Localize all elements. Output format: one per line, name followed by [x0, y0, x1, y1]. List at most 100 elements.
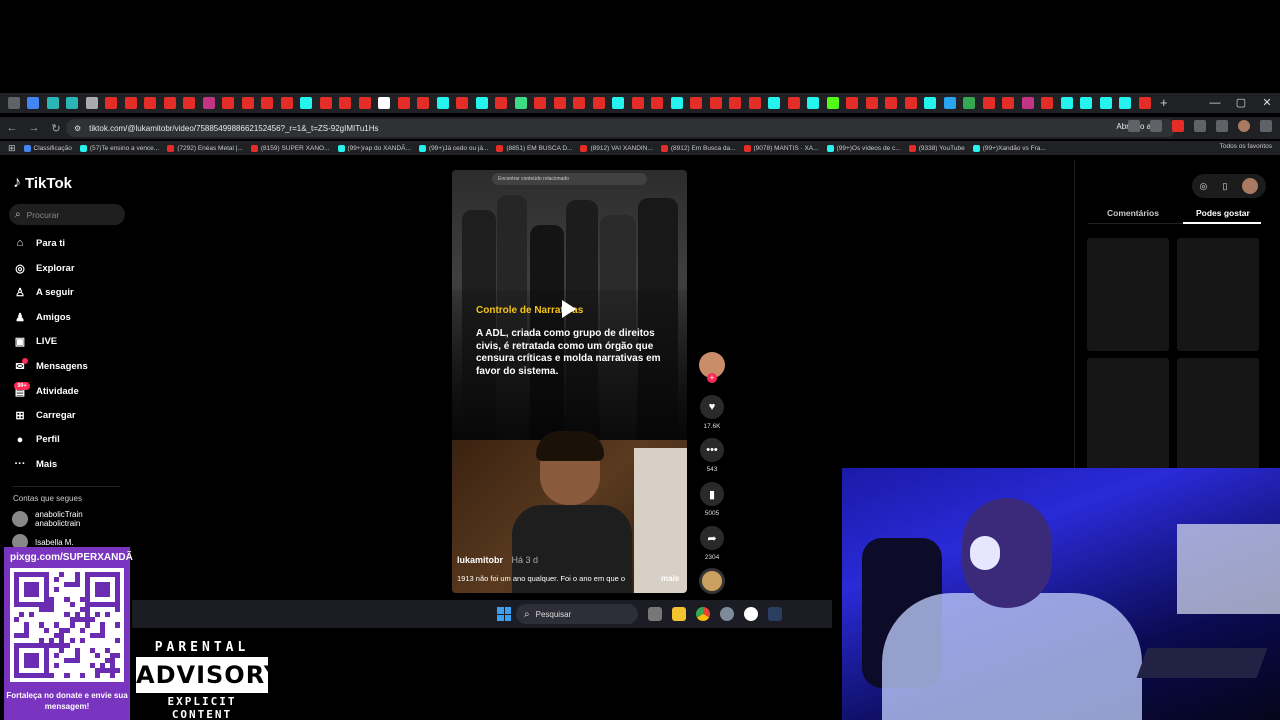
sidebar-item-carregar[interactable]: ⊞ Carregar — [12, 409, 75, 422]
browser-tab[interactable] — [1119, 97, 1131, 109]
browser-tab[interactable] — [1099, 97, 1112, 109]
browser-tab[interactable] — [85, 97, 98, 109]
tab-podes-gostar[interactable]: Podes gostar — [1196, 208, 1250, 218]
browser-tab[interactable] — [631, 97, 644, 109]
suggested-video-card[interactable] — [1177, 238, 1259, 351]
following-account-1[interactable]: anabolicTrain anabolictrain — [12, 510, 83, 528]
browser-tab[interactable] — [534, 97, 546, 109]
browser-tab[interactable] — [729, 97, 741, 109]
translate-icon[interactable] — [1128, 120, 1140, 132]
bookmark-star-icon[interactable] — [1150, 120, 1162, 132]
browser-tab[interactable] — [885, 97, 897, 109]
browser-tab[interactable] — [124, 97, 137, 109]
video-related-search[interactable]: Encontrar conteúdo relacionado — [492, 173, 647, 185]
chrome-icon[interactable] — [696, 607, 710, 621]
browser-tab[interactable] — [319, 97, 332, 109]
new-tab-button[interactable]: + — [1160, 93, 1168, 113]
browser-tab[interactable] — [709, 97, 722, 109]
browser-tab[interactable] — [202, 97, 215, 109]
forward-icon[interactable]: → — [24, 122, 44, 134]
browser-tab[interactable] — [612, 97, 624, 109]
bookmark-item[interactable]: (8851) EM BUSCA D... — [496, 144, 572, 152]
suggested-video-card[interactable] — [1087, 238, 1169, 351]
sidebar-item-para-ti[interactable]: ⌂ Para ti — [12, 237, 65, 249]
browser-tab[interactable] — [1002, 97, 1014, 109]
comment-button[interactable]: ••• 543 — [699, 438, 725, 473]
bookmark-item[interactable]: (99+)Já cedo ou já... — [418, 144, 488, 152]
tiktok-logo[interactable]: ♪ TikTok — [13, 174, 72, 192]
browser-tab[interactable] — [1080, 97, 1092, 109]
bookmark-item[interactable]: Classificação — [23, 144, 72, 152]
windows-start-icon[interactable] — [497, 607, 511, 621]
profile-avatar-icon[interactable] — [1238, 120, 1250, 132]
browser-tab[interactable] — [163, 97, 176, 109]
tab-comments[interactable]: Comentários — [1107, 208, 1159, 218]
browser-tab[interactable] — [1138, 97, 1151, 109]
browser-tab[interactable] — [339, 97, 351, 109]
browser-tab[interactable] — [1041, 97, 1053, 109]
video-player[interactable]: Encontrar conteúdo relacionado Controle … — [452, 170, 687, 593]
browser-tab[interactable] — [417, 97, 429, 109]
bookmark-item[interactable]: (8159) SUPER XANO... — [250, 144, 330, 152]
browser-tab[interactable] — [670, 97, 683, 109]
browser-tab[interactable] — [690, 97, 702, 109]
suggested-video-card[interactable] — [1087, 358, 1169, 471]
share-button[interactable]: ➦ 2304 — [699, 526, 725, 561]
browser-tab[interactable] — [456, 97, 468, 109]
video-author[interactable]: lukamitobr Há 3 d — [457, 555, 538, 565]
sidebar-icon[interactable] — [1216, 120, 1228, 132]
caption-more-button[interactable]: mais — [661, 574, 679, 583]
browser-tab[interactable] — [768, 97, 780, 109]
browser-tab[interactable] — [592, 97, 605, 109]
bookmark-item[interactable]: (99+)rap do XANDÃ... — [337, 144, 411, 152]
compass-icon[interactable]: ◎ — [1200, 181, 1208, 192]
task-view-icon[interactable] — [648, 607, 662, 621]
browser-tab[interactable] — [105, 97, 117, 109]
browser-tab[interactable] — [553, 97, 566, 109]
steam-icon[interactable] — [768, 607, 782, 621]
minimize-button[interactable]: — — [1202, 93, 1228, 113]
browser-tab[interactable] — [46, 97, 59, 109]
browser-tab[interactable] — [982, 97, 995, 109]
extensions-icon[interactable] — [1194, 120, 1206, 132]
all-favorites-button[interactable]: Todos os favoritos — [1220, 143, 1272, 150]
browser-tab[interactable] — [924, 97, 936, 109]
sidebar-item-amigos[interactable]: ♟ Amigos — [12, 311, 71, 324]
browser-tab[interactable] — [300, 97, 312, 109]
phone-icon[interactable]: ▯ — [1222, 181, 1227, 192]
reload-icon[interactable]: ↻ — [46, 122, 66, 135]
search-input[interactable]: ⌕ Procurar — [9, 204, 125, 225]
browser-tab[interactable] — [787, 97, 800, 109]
back-icon[interactable]: ← — [2, 122, 22, 134]
apps-grid-icon[interactable]: ⊞ — [8, 143, 16, 154]
bookmark-item[interactable]: (99+)Xandão vs Fra... — [972, 144, 1046, 152]
settings-icon[interactable] — [720, 607, 734, 621]
save-button[interactable]: ▮ 5005 — [699, 482, 725, 517]
bookmark-item[interactable]: (8912) VAI XANDIN... — [580, 144, 653, 152]
browser-tab[interactable] — [943, 97, 956, 109]
browser-tab[interactable] — [807, 97, 819, 109]
browser-tab[interactable] — [261, 97, 273, 109]
browser-tab[interactable] — [495, 97, 507, 109]
browser-tab[interactable] — [378, 97, 390, 109]
browser-tab[interactable] — [436, 97, 449, 109]
extension-icon[interactable] — [1172, 120, 1184, 132]
kebab-menu-icon[interactable] — [1260, 120, 1272, 132]
obs-icon[interactable] — [744, 607, 758, 621]
browser-tab[interactable] — [397, 97, 410, 109]
browser-tab[interactable] — [27, 97, 39, 109]
browser-tab[interactable] — [183, 97, 195, 109]
browser-tab[interactable] — [651, 97, 663, 109]
browser-tab[interactable] — [514, 97, 527, 109]
browser-tab[interactable] — [1021, 97, 1034, 109]
browser-tab[interactable] — [7, 97, 20, 109]
bookmark-item[interactable]: (8912) Em Busca da... — [660, 144, 736, 152]
bookmark-item[interactable]: (57)Te ensino a vence... — [79, 144, 159, 152]
suggested-video-card[interactable] — [1177, 358, 1259, 471]
browser-tab[interactable] — [846, 97, 858, 109]
close-window-button[interactable]: ✕ — [1254, 93, 1280, 113]
browser-tab[interactable] — [66, 97, 78, 109]
sidebar-item-explorar[interactable]: ◎ Explorar — [12, 262, 74, 275]
omnibox[interactable]: ⚙ tiktok.com/@lukamitobr/video/758854998… — [66, 119, 1176, 137]
file-explorer-icon[interactable] — [672, 607, 686, 621]
